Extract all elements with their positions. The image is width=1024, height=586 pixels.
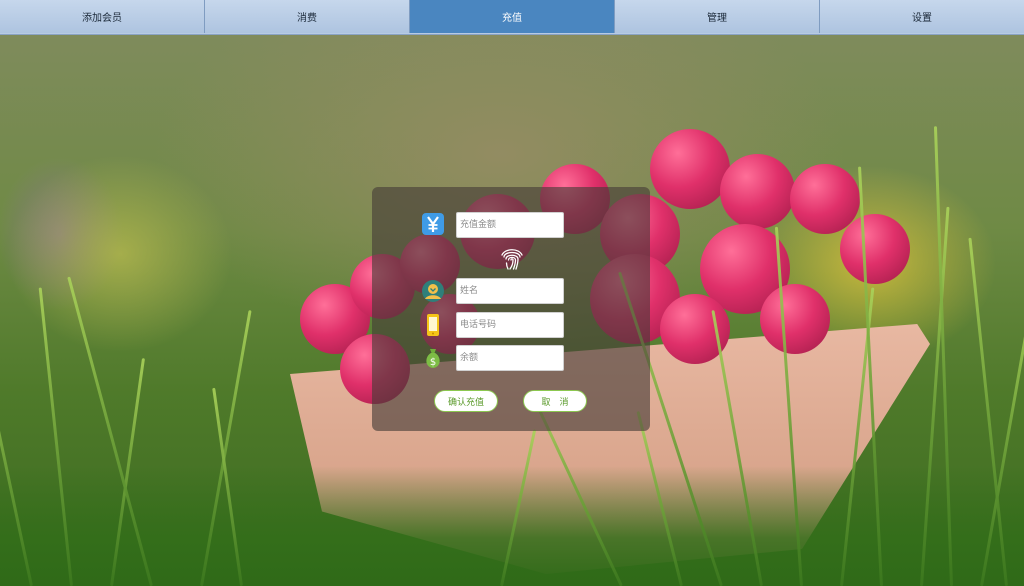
mobile-phone-icon — [420, 312, 446, 338]
cancel-button[interactable]: 取 消 — [523, 390, 587, 412]
tab-recharge[interactable]: 充值 — [410, 0, 615, 33]
name-row — [372, 278, 650, 306]
tab-manage[interactable]: 管理 — [615, 0, 820, 33]
balance-row: $ — [372, 345, 650, 373]
tab-settings[interactable]: 设置 — [820, 0, 1024, 33]
money-bag-icon: $ — [420, 345, 446, 371]
phone-input[interactable] — [456, 312, 564, 338]
confirm-recharge-button[interactable]: 确认充值 — [434, 390, 498, 412]
fingerprint-icon[interactable] — [498, 245, 526, 273]
yen-icon — [420, 211, 446, 237]
raspberry — [650, 129, 730, 209]
top-nav: 添加会员 消费 充值 管理 设置 — [0, 0, 1024, 35]
svg-text:$: $ — [430, 357, 436, 368]
tab-consume[interactable]: 消费 — [205, 0, 410, 33]
name-input[interactable] — [456, 278, 564, 304]
tab-add-member[interactable]: 添加会员 — [0, 0, 205, 33]
balance-input[interactable] — [456, 345, 564, 371]
raspberry — [760, 284, 830, 354]
raspberry — [720, 154, 795, 229]
amount-input[interactable] — [456, 212, 564, 238]
amount-row — [372, 211, 650, 239]
phone-row — [372, 312, 650, 340]
user-avatar-icon — [420, 278, 446, 304]
scan-row — [372, 245, 650, 273]
recharge-panel: $ 确认充值 取 消 — [372, 187, 650, 431]
raspberry — [840, 214, 910, 284]
